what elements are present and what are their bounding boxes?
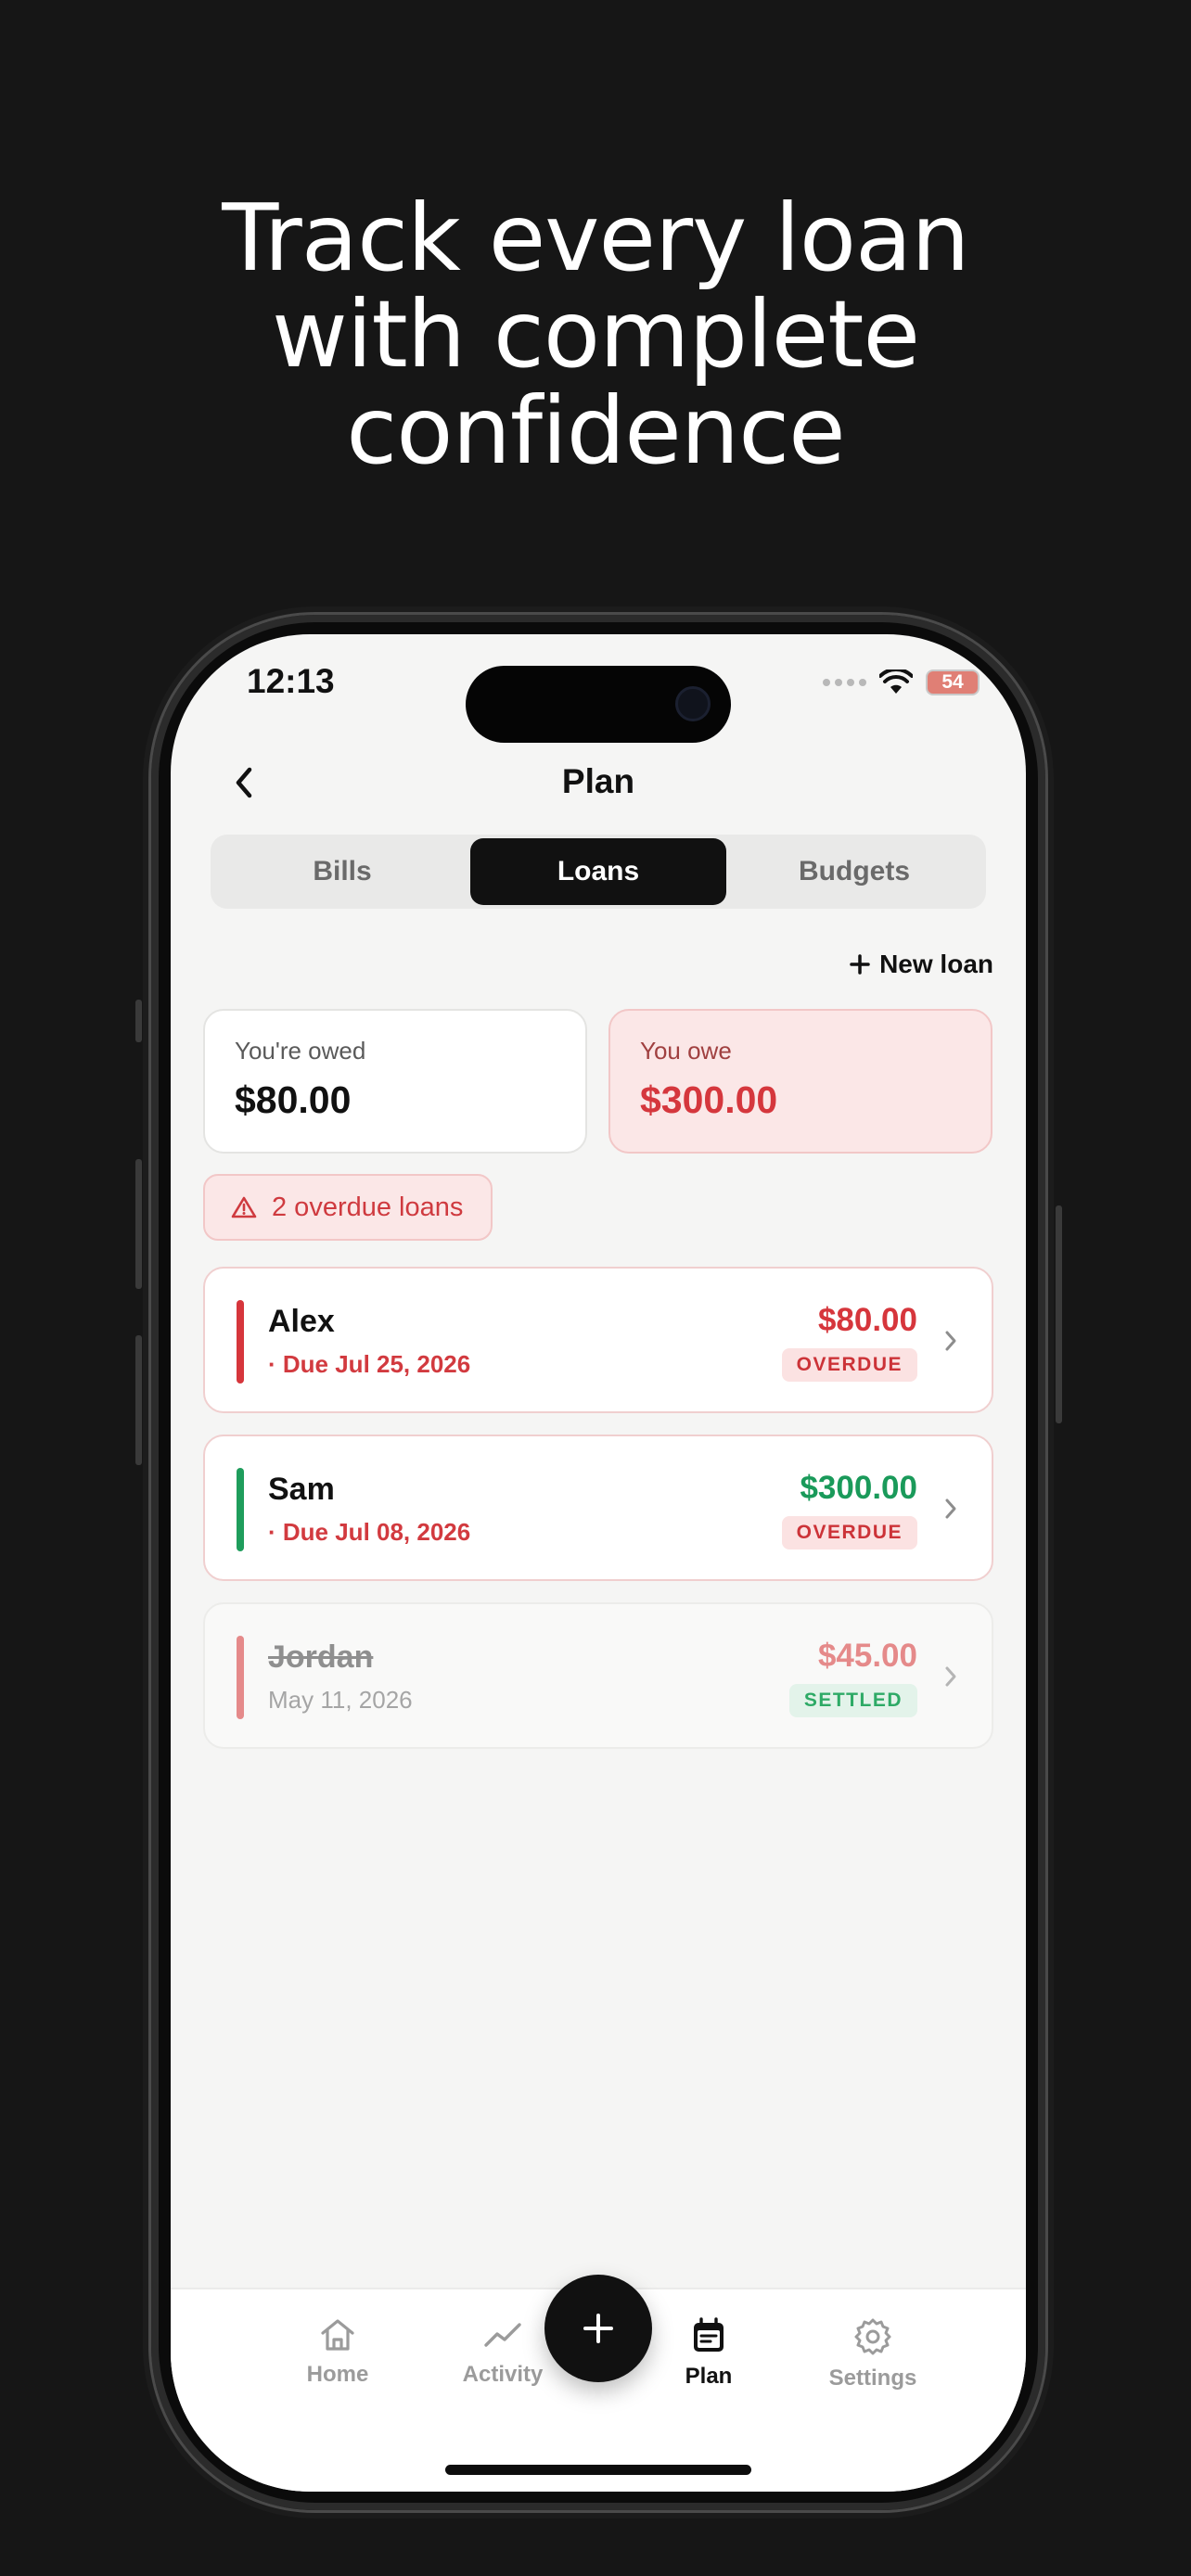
tab-activity-label: Activity — [462, 2362, 544, 2387]
owe-summary-card: You owe $300.00 — [608, 1009, 992, 1154]
phone-volume-up-button — [135, 1159, 142, 1289]
loan-row-jordan[interactable]: Jordan May 11, 2026 $45.00 SETTLED — [203, 1602, 993, 1749]
loan-row-alex[interactable]: Alex · Due Jul 25, 2026 $80.00 OVERDUE — [203, 1267, 993, 1413]
status-badge: OVERDUE — [781, 1516, 917, 1549]
new-loan-label: New loan — [879, 950, 993, 978]
bottom-tab-bar: Home Activity Plan Settings — [171, 2275, 1026, 2492]
activity-icon — [484, 2323, 521, 2347]
segment-bills[interactable]: Bills — [214, 838, 470, 905]
plan-segmented-control: Bills Loans Budgets — [211, 835, 986, 909]
chevron-right-icon — [932, 1322, 969, 1359]
phone-action-button — [135, 1000, 142, 1042]
owe-label: You owe — [640, 1037, 732, 1065]
headline-line-2: with complete — [271, 280, 920, 389]
loan-name: Alex — [268, 1304, 335, 1339]
phone-power-button — [1056, 1205, 1062, 1423]
loan-status-bar — [237, 1300, 244, 1384]
front-camera — [675, 686, 711, 721]
loan-name: Jordan — [268, 1639, 374, 1675]
tab-home-label: Home — [306, 2362, 369, 2387]
app-screen: 12:13 54 Plan Bills Loans Budgets New lo… — [171, 634, 1026, 2492]
home-icon — [321, 2319, 354, 2351]
dynamic-island — [466, 666, 731, 743]
headline-line-3: confidence — [346, 376, 845, 485]
tab-plan[interactable]: Plan — [634, 2317, 783, 2390]
plus-icon — [850, 954, 870, 975]
loan-due-date: · Due Jul 25, 2026 — [268, 1350, 471, 1378]
cellular-signal-icon — [823, 679, 866, 686]
overdue-loans-alert[interactable]: 2 overdue loans — [203, 1174, 493, 1241]
chevron-right-icon — [932, 1658, 969, 1695]
tab-settings[interactable]: Settings — [799, 2317, 947, 2391]
loan-date: May 11, 2026 — [268, 1686, 413, 1714]
plus-icon — [583, 2314, 613, 2343]
status-badge: SETTLED — [788, 1684, 917, 1717]
phone-volume-down-button — [135, 1335, 142, 1465]
loan-row-sam[interactable]: Sam · Due Jul 08, 2026 $300.00 OVERDUE — [203, 1435, 993, 1581]
tab-settings-label: Settings — [828, 2366, 917, 2391]
loan-status-bar — [237, 1468, 244, 1551]
gear-icon — [854, 2318, 891, 2355]
battery-icon: 54 — [926, 670, 980, 695]
new-loan-button[interactable]: New loan — [850, 950, 993, 979]
owe-amount: $300.00 — [640, 1078, 778, 1121]
tab-home[interactable]: Home — [263, 2317, 412, 2388]
owed-label: You're owed — [235, 1037, 366, 1065]
calendar-icon — [694, 2317, 724, 2352]
marketing-headline: Track every loan with complete confidenc… — [0, 190, 1191, 479]
chevron-right-icon — [932, 1490, 969, 1527]
loan-amount: $80.00 — [817, 1302, 917, 1338]
home-indicator — [445, 2465, 751, 2475]
owed-summary-card: You're owed $80.00 — [203, 1009, 587, 1154]
warning-icon — [231, 1196, 257, 1218]
loan-amount: $45.00 — [817, 1638, 917, 1674]
loan-status-bar — [237, 1636, 244, 1719]
segment-budgets[interactable]: Budgets — [726, 838, 982, 905]
page-title: Plan — [561, 762, 635, 800]
tab-plan-label: Plan — [685, 2364, 733, 2389]
wifi-icon — [879, 670, 913, 694]
loan-amount: $300.00 — [800, 1470, 917, 1506]
overdue-loans-text: 2 overdue loans — [272, 1192, 464, 1222]
segment-loans[interactable]: Loans — [470, 838, 726, 905]
status-badge: OVERDUE — [781, 1348, 917, 1382]
loan-name: Sam — [268, 1472, 335, 1507]
loan-due-date: · Due Jul 08, 2026 — [268, 1518, 471, 1546]
status-time: 12:13 — [247, 662, 335, 700]
owed-amount: $80.00 — [235, 1078, 352, 1121]
status-icons: 54 — [823, 670, 980, 695]
headline-line-1: Track every loan — [222, 184, 969, 292]
